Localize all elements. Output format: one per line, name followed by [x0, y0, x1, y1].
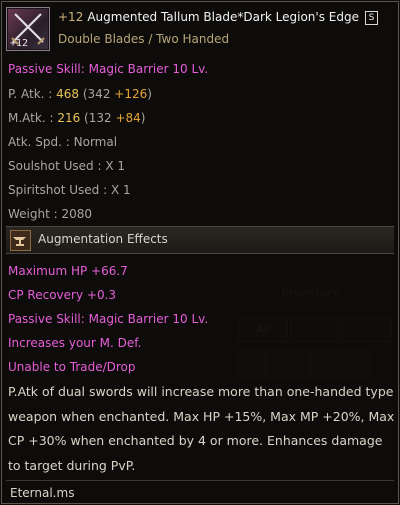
augment-effect: Increases your M. Def.	[8, 336, 142, 350]
augment-effect: Unable to Trade/Drop	[8, 360, 136, 374]
stat-soulshot: Soulshot Used : X 1	[8, 159, 125, 173]
stat-base: (132	[80, 111, 116, 125]
item-name: Augmented Tallum Blade*Dark Legion's Edg…	[87, 10, 359, 24]
stat-value: 468	[56, 87, 80, 101]
stat-label: P. Atk. :	[8, 87, 57, 101]
dual-swords-icon: +12	[6, 7, 50, 51]
enchant-level: +12	[58, 10, 84, 24]
stat-matk: M.Atk. : 216 (132 +84)	[8, 111, 145, 125]
stat-bonus: +84	[115, 111, 141, 125]
item-description: P.Atk of dual swords will increase more …	[8, 384, 395, 473]
stat-spiritshot: Spiritshot Used : X 1	[8, 183, 131, 197]
stat-bonus: +126	[114, 87, 148, 101]
stat-base: (342	[79, 87, 115, 101]
item-type: Double Blades / Two Handed	[58, 32, 230, 46]
stat-close: )	[147, 87, 152, 101]
stat-close: )	[140, 111, 146, 125]
augment-effect: Passive Skill: Magic Barrier 10 Lv.	[8, 312, 209, 326]
footer-text: Eternal.ms	[10, 486, 75, 500]
item-title: +12 Augmented Tallum Blade*Dark Legion's …	[58, 10, 378, 25]
stat-weight: Weight : 2080	[8, 207, 93, 221]
divider	[6, 480, 394, 481]
stat-patk: P. Atk. : 468 (342 +126)	[8, 87, 152, 101]
anvil-icon	[10, 230, 31, 251]
passive-skill: Passive Skill: Magic Barrier 10 Lv.	[8, 62, 209, 76]
stat-value: 216	[57, 111, 81, 125]
augment-effect: Maximum HP +66.7	[8, 264, 128, 278]
stat-atk-spd: Atk. Spd. : Normal	[8, 135, 118, 149]
augment-effect: CP Recovery +0.3	[8, 288, 117, 302]
grade-badge: S	[364, 11, 378, 25]
augmentation-title: Augmentation Effects	[38, 232, 168, 246]
item-tooltip: +12 +12 Augmented Tallum Blade*Dark Legio…	[1, 1, 399, 504]
augmentation-header: Augmentation Effects	[6, 226, 394, 254]
stat-label: M.Atk. :	[8, 111, 58, 125]
icon-enchant-level: +12	[10, 38, 29, 49]
